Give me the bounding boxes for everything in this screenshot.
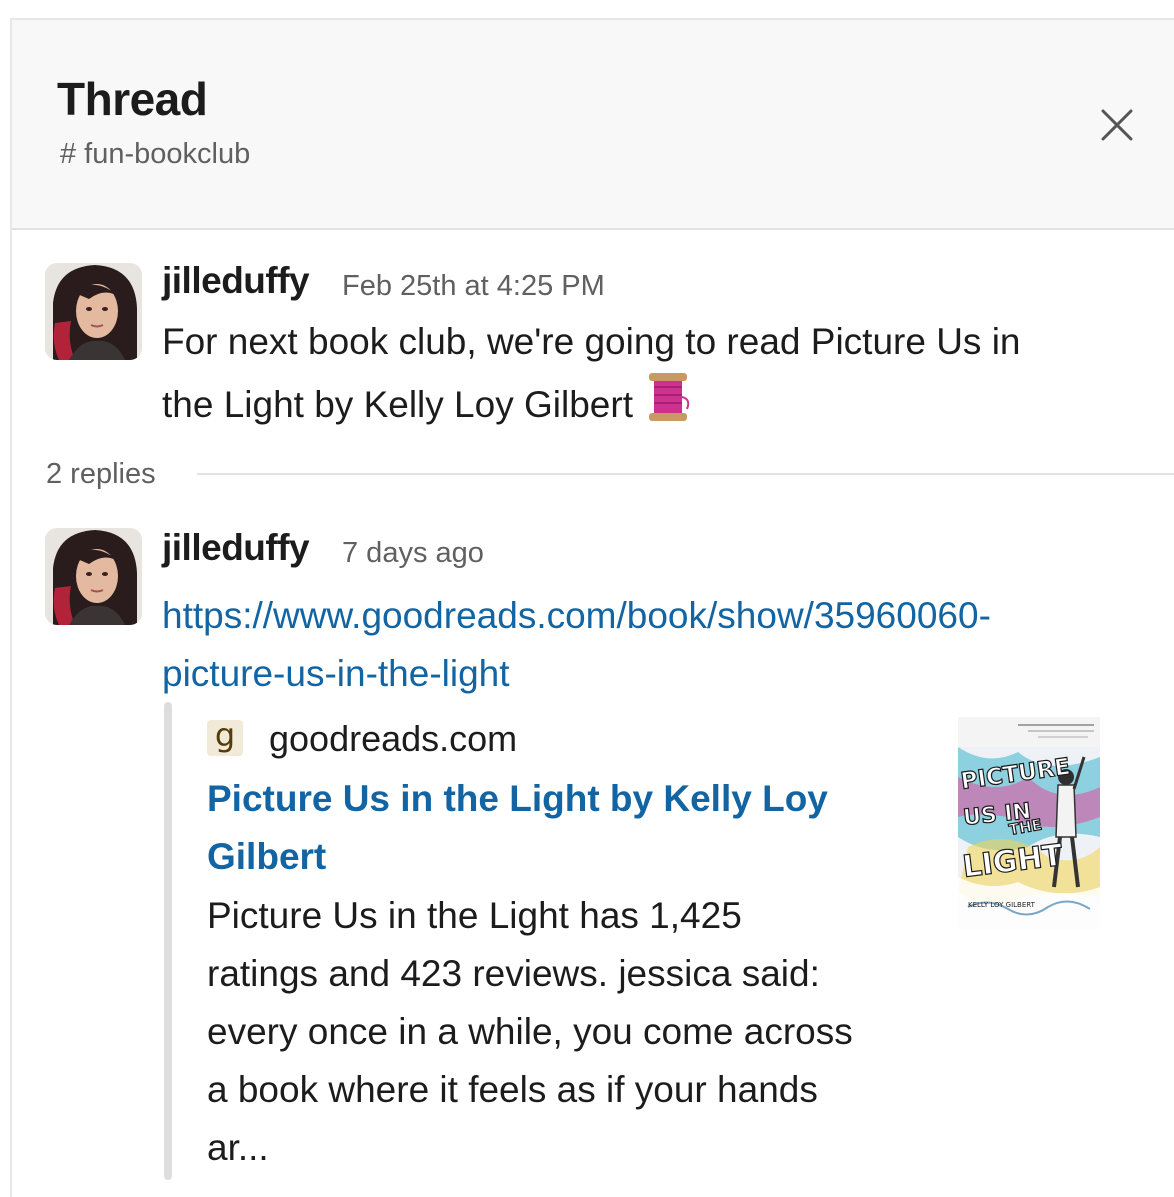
close-icon <box>1101 109 1133 141</box>
thread-panel: Thread # fun-bookclub jilleduffy Feb 25t… <box>10 18 1174 1197</box>
attachment-description: Picture Us in the Light has 1,425 rating… <box>207 887 907 1177</box>
attachment-site: goodreads.com <box>269 718 518 759</box>
attachment-desc-line: a book where it feels as if your hands <box>207 1069 818 1110</box>
message-timestamp[interactable]: 7 days ago <box>342 537 484 570</box>
attachment-desc-line: ratings and 423 reviews. jessica said: <box>207 953 820 994</box>
replies-count: 2 replies <box>46 458 156 490</box>
message-author[interactable]: jilleduffy <box>162 260 310 302</box>
avatar-photo <box>45 263 142 360</box>
goodreads-link[interactable]: https://www.goodreads.com/book/show/3596… <box>162 587 1122 703</box>
replies-divider <box>197 473 1174 475</box>
close-button[interactable] <box>1097 105 1137 145</box>
thread-title: Thread <box>57 73 208 125</box>
book-cover-image: PICTURE US IN THE LIGHT KELLY LOY GILBER… <box>958 717 1100 929</box>
attachment-title-line[interactable]: Picture Us in the Light by Kelly Loy <box>207 770 907 828</box>
link-line[interactable]: https://www.goodreads.com/book/show/3596… <box>162 587 1122 645</box>
avatar-photo <box>45 528 142 625</box>
message-text: For next book club, we're going to read … <box>162 313 1122 440</box>
message-text-line-2: the Light by Kelly Loy Gilbert <box>162 371 1122 440</box>
cover-author: KELLY LOY GILBERT <box>968 901 1036 909</box>
channel-name[interactable]: # fun-bookclub <box>60 138 250 171</box>
attachment-title-line[interactable]: Gilbert <box>207 828 907 886</box>
message-timestamp[interactable]: Feb 25th at 4:25 PM <box>342 270 605 303</box>
attachment-desc-line: every once in a while, you come across <box>207 1011 853 1052</box>
message-text-line: For next book club, we're going to read … <box>162 321 1021 362</box>
message-text-line: the Light by Kelly Loy Gilbert <box>162 384 633 425</box>
attachment-desc-line: Picture Us in the Light has 1,425 <box>207 895 742 936</box>
book-cover-thumbnail[interactable]: PICTURE US IN THE LIGHT KELLY LOY GILBER… <box>958 717 1100 929</box>
message-author[interactable]: jilleduffy <box>162 527 310 569</box>
link-line[interactable]: picture-us-in-the-light <box>162 645 1122 703</box>
avatar[interactable] <box>45 528 142 625</box>
goodreads-favicon-icon: g <box>207 719 243 756</box>
spool-of-thread-icon <box>645 371 691 440</box>
attachment-bar <box>164 702 172 1180</box>
attachment-title[interactable]: Picture Us in the Light by Kelly Loy Gil… <box>207 770 907 886</box>
attachment-desc-line: ar... <box>207 1127 269 1168</box>
thread-header: Thread # fun-bookclub <box>12 20 1174 230</box>
avatar[interactable] <box>45 263 142 360</box>
